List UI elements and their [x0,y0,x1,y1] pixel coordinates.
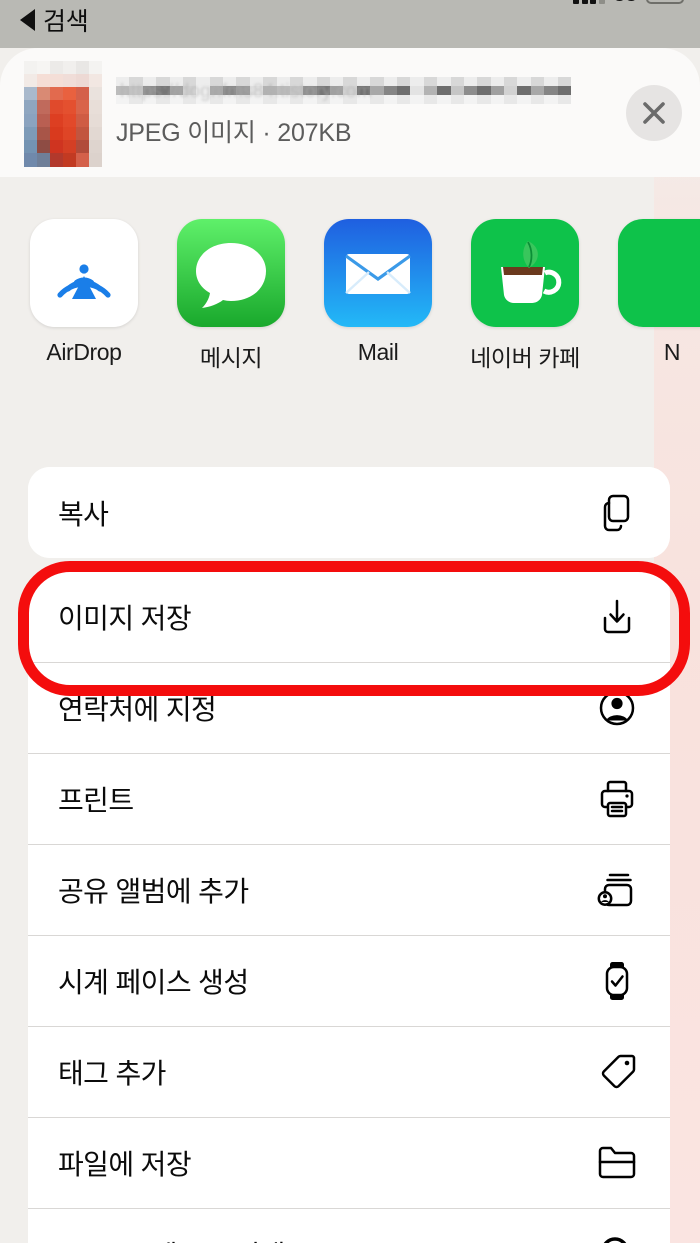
copy-icon [594,490,640,536]
action-label: 복사 [58,498,109,530]
file-preview-card: https://dognfms84.tistory.com JPEG 이미지 ·… [0,48,700,177]
airdrop-icon[interactable] [30,219,138,327]
folder-icon [594,1140,640,1186]
cellular-signal-icon [573,0,605,4]
close-button[interactable] [626,84,682,141]
action-row[interactable]: 프린트 [28,753,670,844]
ios-share-sheet-screen: 55 검색 https://dognfms84.tistory.com JPEG… [0,0,700,1243]
action-label: 파일에 저장 [58,1148,192,1180]
file-subtitle: JPEG 이미지 · 207KB [116,118,352,147]
share-target-label: 네이버 카페 [470,345,580,371]
action-row[interactable]: 연락처에 지정 [28,662,670,753]
back-button[interactable]: 검색 [20,3,89,37]
share-target-3[interactable]: Mail [324,219,432,366]
share-target-5[interactable]: N [618,219,700,366]
actions-list-primary: 복사 [28,467,670,558]
action-label: 프린트 [58,784,134,816]
save-image-icon [594,594,640,640]
image-thumbnail[interactable] [24,60,102,167]
action-row[interactable]: 복사 [28,467,670,558]
action-label: 연락처에 지정 [58,693,217,725]
assign-contact-icon [594,685,640,731]
action-label: 태그 추가 [58,1057,166,1089]
battery-icon [646,0,684,4]
action-row[interactable]: 태그 추가 [28,1026,670,1117]
tag-icon [594,1049,640,1095]
printer-icon [594,776,640,822]
watch-face-icon [594,958,640,1004]
back-button-label: 검색 [43,8,89,36]
status-carrier-number: 55 [614,0,638,5]
action-row[interactable]: Google 렌즈로 검색 [28,1208,670,1243]
file-url-censored: https://dognfms84.tistory.com [116,76,571,104]
file-meta: https://dognfms84.tistory.com JPEG 이미지 ·… [102,76,626,149]
action-row[interactable]: 시계 페이스 생성 [28,935,670,1026]
status-bar-right: 55 [573,0,684,5]
action-row[interactable]: 공유 앨범에 추가 [28,844,670,935]
shared-album-icon [594,867,640,913]
share-target-label: N [663,339,681,365]
action-row[interactable]: 이미지 저장 [28,571,670,662]
naver-cafe-icon[interactable] [471,219,579,327]
share-target-label: Mail [357,339,399,365]
share-targets-row[interactable]: AirDrop 메시지 Mail 네이버 카페 N [0,177,700,423]
action-label: 시계 페이스 생성 [58,966,249,998]
close-x-icon [643,101,665,124]
action-label: 이미지 저장 [58,602,192,634]
action-row[interactable]: 파일에 저장 [28,1117,670,1208]
naver-app-icon[interactable] [618,219,700,327]
share-target-1[interactable]: AirDrop [30,219,138,366]
actions-list-main: 이미지 저장 연락처에 지정 프린트 공유 앨범에 추가 시계 페이스 생성 태… [28,571,670,1243]
back-triangle-icon [20,9,35,31]
messages-icon[interactable] [177,219,285,327]
action-label: Google 렌즈로 검색 [58,1234,285,1243]
share-target-label: 메시지 [199,345,263,371]
share-target-4[interactable]: 네이버 카페 [470,219,580,373]
mail-icon[interactable] [324,219,432,327]
action-label: 공유 앨범에 추가 [58,875,249,907]
share-sheet: https://dognfms84.tistory.com JPEG 이미지 ·… [0,48,700,1243]
share-target-label: AirDrop [46,339,122,365]
share-target-2[interactable]: 메시지 [177,219,285,373]
magnifier-icon [594,1231,640,1243]
status-bar: 55 [0,0,700,48]
